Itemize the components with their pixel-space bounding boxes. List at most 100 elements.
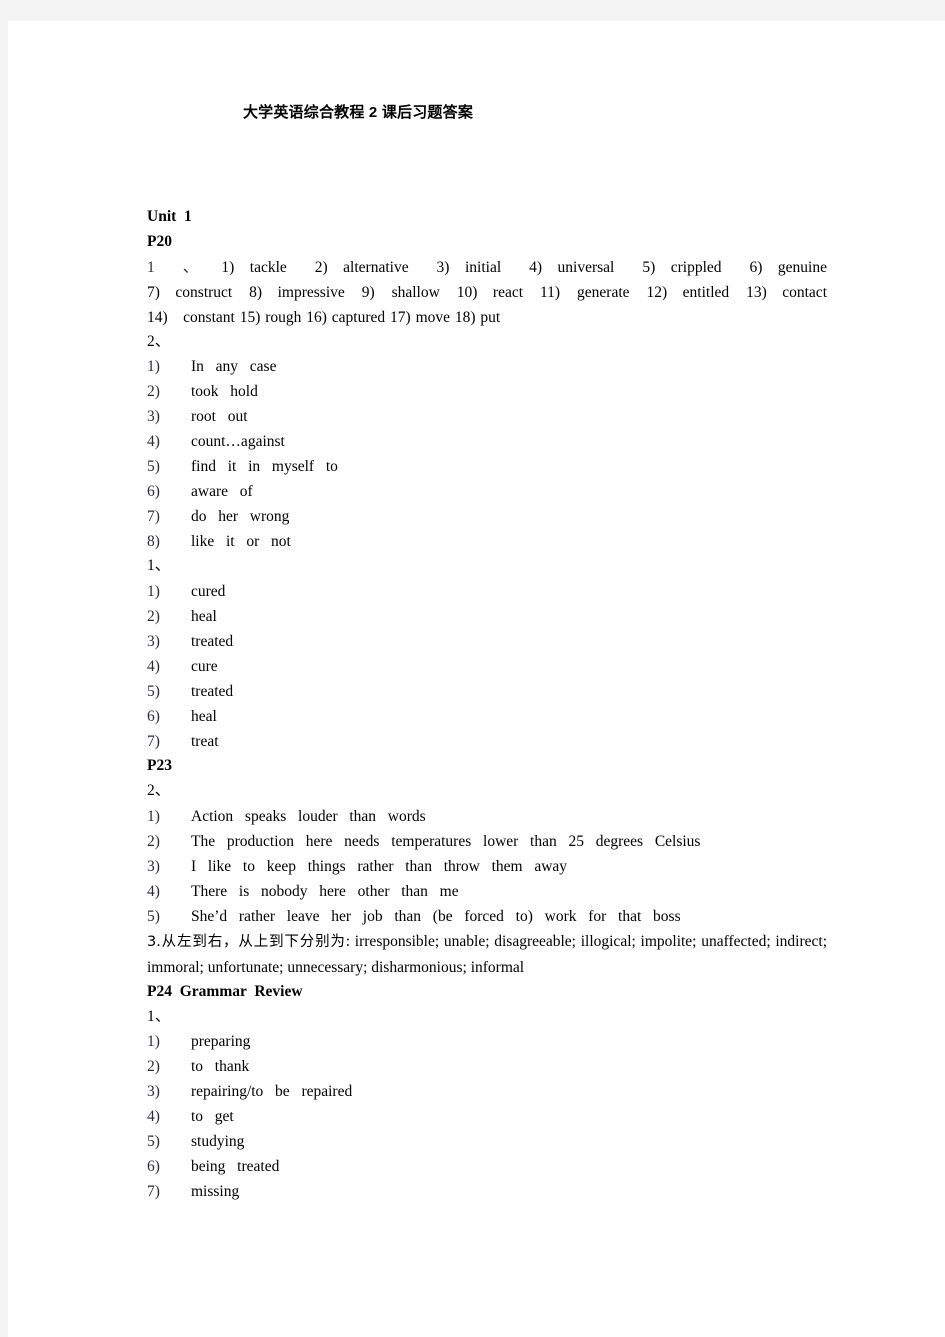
- list-item-number: 6): [147, 483, 160, 501]
- list-item: 5) She’d rather leave her job than (be fo…: [147, 904, 827, 929]
- list-item-text: treated: [191, 633, 234, 651]
- list-item-number: 7): [147, 1183, 160, 1201]
- list-item: 2) heal: [147, 604, 827, 629]
- list-item-text: In any case: [191, 358, 277, 376]
- p20-section3-list: 1) cured 2) heal 3) treated 4) cure 5) treate…: [147, 579, 827, 754]
- p23-section2-label: 2、: [147, 781, 171, 799]
- p20-section1-line3: 14) constant 15) rough 16) captured 17) …: [147, 308, 501, 326]
- list-item-text: to get: [191, 1108, 234, 1126]
- list-item: 2) took hold: [147, 379, 827, 404]
- list-item-number: 4): [147, 1108, 160, 1126]
- list-item-number: 5): [147, 683, 160, 701]
- list-item-text: aware of: [191, 483, 253, 501]
- list-item: 5) treated: [147, 679, 827, 704]
- list-item-text: preparing: [191, 1033, 251, 1051]
- list-item-text: cure: [191, 658, 218, 676]
- p24-heading: P24 Grammar Review: [147, 982, 303, 1000]
- list-item-number: 4): [147, 433, 160, 451]
- list-item-text: find it in myself to: [191, 458, 338, 476]
- list-item-number: 8): [147, 533, 160, 551]
- list-item: 6) aware of: [147, 479, 827, 504]
- p20-section1-line1-text: 1) tackle 2) alternative 3) initial 4) u…: [221, 258, 827, 276]
- list-item-text: cured: [191, 583, 226, 601]
- list-item: 3) repairing/to be repaired: [147, 1079, 827, 1104]
- p20-section2-list: 1) In any case 2) took hold 3) root out 4) c…: [147, 354, 827, 554]
- list-item-number: 3): [147, 408, 160, 426]
- list-item-text: do her wrong: [191, 508, 290, 526]
- list-item-number: 7): [147, 733, 160, 751]
- list-item-text: missing: [191, 1183, 240, 1201]
- list-item: 4) There is nobody here other than me: [147, 879, 827, 904]
- list-item: 6) being treated: [147, 1154, 827, 1179]
- list-item-text: to thank: [191, 1058, 250, 1076]
- list-item-number: 5): [147, 1133, 160, 1151]
- list-item-text: like it or not: [191, 533, 291, 551]
- list-item-text: repairing/to be repaired: [191, 1083, 353, 1101]
- p24-section1-label: 1、: [147, 1007, 171, 1025]
- p24-section1-list: 1) preparing 2) to thank 3) repairing/to be…: [147, 1029, 827, 1204]
- unit-heading: Unit 1: [147, 208, 192, 225]
- list-item-number: 1): [147, 1033, 160, 1051]
- list-item-text: heal: [191, 708, 217, 726]
- list-item-text: studying: [191, 1133, 245, 1151]
- page-title: 大学英语综合教程 2 课后习题答案: [242, 104, 474, 121]
- list-item-number: 7): [147, 508, 160, 526]
- list-item-number: 2): [147, 1058, 160, 1076]
- list-item-number: 4): [147, 658, 160, 676]
- list-item-number: 4): [147, 882, 160, 900]
- p20-heading: P20: [147, 232, 172, 250]
- list-item-text: heal: [191, 608, 217, 626]
- list-item-text: root out: [191, 408, 248, 426]
- list-item: 4) count…against: [147, 429, 827, 454]
- p20-section2-label: 2、: [147, 332, 171, 350]
- list-item: 1) Action speaks louder than words: [147, 804, 827, 829]
- list-item-number: 2): [147, 832, 160, 850]
- p20-section1-line2: 7) construct 8) impressive 9) shallow 10…: [147, 283, 827, 301]
- list-item: 1) In any case: [147, 354, 827, 379]
- list-item-text: took hold: [191, 383, 258, 401]
- list-item: 7) treat: [147, 729, 827, 754]
- document-page: 大学英语综合教程 2 课后习题答案 Unit 1 P20 1 、1) tackl…: [8, 21, 945, 1337]
- list-item-number: 3): [147, 633, 160, 651]
- list-item-number: 6): [147, 708, 160, 726]
- list-item-number: 5): [147, 458, 160, 476]
- p20-section1-line1: 1 、1) tackle 2) alternative 3) initial 4…: [147, 255, 827, 280]
- list-item: 4) to get: [147, 1104, 827, 1129]
- list-item: 5) studying: [147, 1129, 827, 1154]
- list-item-text: being treated: [191, 1158, 280, 1176]
- list-item: 7) missing: [147, 1179, 827, 1204]
- list-item-text: There is nobody here other than me: [191, 882, 459, 900]
- list-item: 1) preparing: [147, 1029, 827, 1054]
- list-item-text: treated: [191, 683, 234, 701]
- list-item-text: treat: [191, 733, 219, 751]
- list-item-number: 2): [147, 608, 160, 626]
- list-item-number: 3): [147, 857, 160, 875]
- p23-heading: P23: [147, 757, 172, 775]
- list-item-text: She’d rather leave her job than (be forc…: [191, 907, 681, 925]
- list-item-number: 6): [147, 1158, 160, 1176]
- list-item: 2) to thank: [147, 1054, 827, 1079]
- list-item-text: I like to keep things rather than throw …: [191, 857, 568, 875]
- list-item-number: 1): [147, 807, 160, 825]
- list-item: 8) like it or not: [147, 529, 827, 554]
- p23-section2-list: 1) Action speaks louder than words 2) The …: [147, 804, 827, 929]
- list-item-number: 3): [147, 1083, 160, 1101]
- list-item: 7) do her wrong: [147, 504, 827, 529]
- list-item-number: 1): [147, 583, 160, 601]
- list-item-number: 2): [147, 383, 160, 401]
- list-item-text: count…against: [191, 433, 285, 451]
- list-item: 2) The production here needs temperatures…: [147, 829, 827, 854]
- answers-block: Unit 1 P20 1 、1) tackle 2) alternative 3…: [147, 205, 827, 1204]
- list-item: 3) root out: [147, 404, 827, 429]
- list-item: 3) treated: [147, 629, 827, 654]
- p23-section3-paragraph: 3.从左到右，从上到下分别为: irresponsible; unable; d…: [147, 929, 827, 980]
- p23-section3-prefix: 3.从左到右，从上到下分别为: [147, 933, 346, 950]
- list-item: 5) find it in myself to: [147, 454, 827, 479]
- list-item-number: 1): [147, 358, 160, 376]
- list-item-text: Action speaks louder than words: [191, 807, 426, 825]
- list-item-number: 5): [147, 907, 160, 925]
- p20-section1-label: 1 、: [147, 258, 222, 276]
- list-item: 3) I like to keep things rather than thro…: [147, 854, 827, 879]
- list-item: 1) cured: [147, 579, 827, 604]
- list-item-text: The production here needs temperatures l…: [191, 832, 701, 850]
